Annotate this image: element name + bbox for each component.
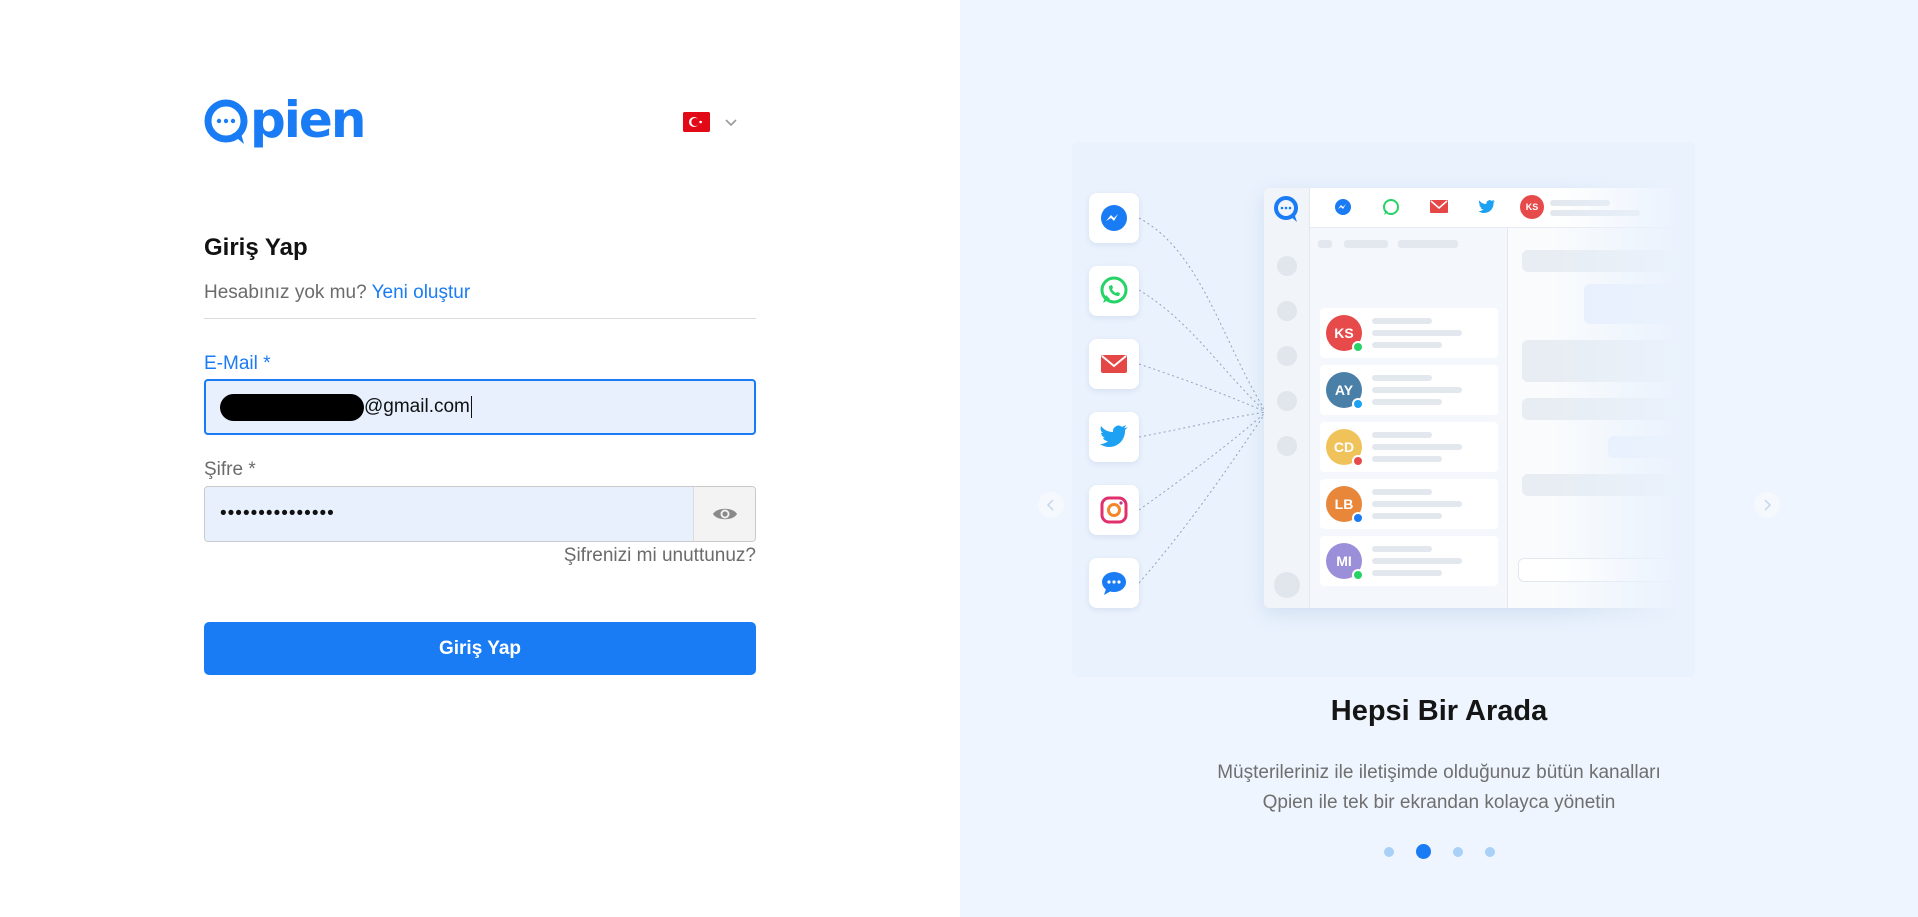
mock-email-icon bbox=[1430, 200, 1448, 213]
illustration-fade bbox=[1555, 142, 1695, 677]
carousel-next-button[interactable] bbox=[1754, 492, 1780, 518]
mock-whatsapp-icon bbox=[1383, 199, 1399, 215]
contact-avatar: AY bbox=[1326, 372, 1364, 410]
feature-carousel: KS KS AY CD LB MI Hepsi Bir Arada Müşter… bbox=[960, 0, 1918, 917]
mock-placeholder-bar bbox=[1372, 501, 1462, 507]
carousel-prev-button[interactable] bbox=[1038, 492, 1064, 518]
mock-logo-icon bbox=[1274, 196, 1298, 222]
contact-avatar: MI bbox=[1326, 543, 1364, 581]
mock-messenger-icon bbox=[1335, 199, 1351, 215]
no-account-text: Hesabınız yok mu? bbox=[204, 282, 367, 303]
chat-widget-icon bbox=[1089, 558, 1139, 608]
carousel-dot-2[interactable] bbox=[1415, 844, 1431, 859]
carousel-dot-1[interactable] bbox=[1383, 846, 1394, 857]
forgot-password-link[interactable]: Şifrenizi mi unuttunuz? bbox=[204, 545, 756, 567]
turkey-flag-icon bbox=[683, 112, 710, 132]
carousel-dot-4[interactable] bbox=[1484, 846, 1495, 857]
show-password-button[interactable] bbox=[693, 487, 755, 541]
password-label: Şifre * bbox=[204, 459, 256, 480]
text-caret bbox=[470, 396, 472, 418]
mock-conversation-row: AY bbox=[1320, 365, 1498, 415]
mock-placeholder-bar bbox=[1372, 489, 1432, 495]
login-panel: pien Giriş Yap Hesabınız yok mu? Yeni ol… bbox=[0, 0, 960, 917]
mock-placeholder-bar bbox=[1372, 558, 1462, 564]
mock-placeholder-bar bbox=[1372, 318, 1432, 324]
mock-placeholder-bar bbox=[1372, 570, 1442, 576]
mock-placeholder-bar bbox=[1344, 240, 1388, 248]
mock-placeholder-bar bbox=[1372, 546, 1432, 552]
mock-placeholder-bar bbox=[1372, 387, 1462, 393]
slide-description: Müşterileriniz ile iletişimde olduğunuz … bbox=[960, 758, 1918, 818]
mock-placeholder-bar bbox=[1318, 240, 1332, 248]
messenger-icon bbox=[1089, 193, 1139, 243]
carousel-dot-3[interactable] bbox=[1452, 846, 1463, 857]
mock-twitter-icon bbox=[1478, 199, 1496, 213]
mock-placeholder-bar bbox=[1372, 456, 1442, 462]
whatsapp-icon bbox=[1089, 266, 1139, 316]
mock-placeholder-bar bbox=[1372, 444, 1462, 450]
mock-placeholder-bar bbox=[1398, 240, 1458, 248]
slide-description-line: Qpien ile tek bir ekrandan kolayca yönet… bbox=[1262, 792, 1616, 813]
divider bbox=[204, 318, 756, 319]
page-title: Giriş Yap bbox=[204, 234, 308, 261]
redacted-text bbox=[220, 393, 364, 421]
mock-user-avatar bbox=[1274, 572, 1300, 598]
email-label: E-Mail * bbox=[204, 353, 271, 374]
chevron-right-icon bbox=[1764, 499, 1772, 511]
email-field[interactable]: @gmail.com bbox=[204, 379, 756, 435]
all-in-one-illustration: KS KS AY CD LB MI bbox=[1072, 142, 1695, 677]
slide-title: Hepsi Bir Arada bbox=[1330, 695, 1548, 727]
mock-placeholder-bar bbox=[1372, 432, 1432, 438]
contact-avatar: KS bbox=[1326, 315, 1364, 353]
mock-sidebar bbox=[1264, 188, 1310, 608]
mock-top-avatar: KS bbox=[1520, 195, 1544, 219]
login-button[interactable]: Giriş Yap bbox=[204, 622, 756, 675]
create-account-link[interactable]: Yeni oluştur bbox=[372, 282, 471, 303]
chevron-down-icon bbox=[725, 119, 737, 127]
mock-nav-dot bbox=[1277, 346, 1297, 366]
mock-conversation-row: LB bbox=[1320, 479, 1498, 529]
logo-chat-bubble-icon bbox=[204, 99, 248, 144]
signup-prompt: Hesabınız yok mu? Yeni oluştur bbox=[204, 282, 470, 304]
mock-nav-dot bbox=[1277, 301, 1297, 321]
mock-conversation-row: CD bbox=[1320, 422, 1498, 472]
logo-text: pien bbox=[250, 91, 366, 149]
carousel-pagination bbox=[960, 844, 1918, 859]
mock-placeholder-bar bbox=[1372, 399, 1442, 405]
slide-description-line: Müşterileriniz ile iletişimde olduğunuz … bbox=[1217, 762, 1661, 783]
mock-conversation-row: KS bbox=[1320, 308, 1498, 358]
mock-nav-dot bbox=[1277, 256, 1297, 276]
instagram-icon bbox=[1089, 485, 1139, 535]
email-value: @gmail.com bbox=[364, 396, 470, 417]
mock-nav-dot bbox=[1277, 436, 1297, 456]
language-selector[interactable] bbox=[683, 112, 738, 132]
mock-placeholder-bar bbox=[1372, 342, 1442, 348]
password-field-group: ••••••••••••••• bbox=[204, 486, 756, 542]
mock-conversation-list: KS AY CD LB MI bbox=[1310, 228, 1508, 608]
mock-placeholder-bar bbox=[1372, 330, 1462, 336]
mock-placeholder-bar bbox=[1372, 375, 1432, 381]
mock-conversation-row: MI bbox=[1320, 536, 1498, 586]
qpien-logo: pien bbox=[204, 91, 366, 150]
mock-placeholder-bar bbox=[1372, 513, 1442, 519]
mock-nav-dot bbox=[1277, 391, 1297, 411]
contact-avatar: CD bbox=[1326, 429, 1364, 467]
password-field[interactable]: ••••••••••••••• bbox=[205, 487, 693, 541]
eye-icon bbox=[712, 508, 737, 520]
contact-avatar: LB bbox=[1326, 486, 1364, 524]
chevron-left-icon bbox=[1046, 499, 1054, 511]
twitter-icon bbox=[1089, 412, 1139, 462]
email-icon bbox=[1089, 339, 1139, 389]
